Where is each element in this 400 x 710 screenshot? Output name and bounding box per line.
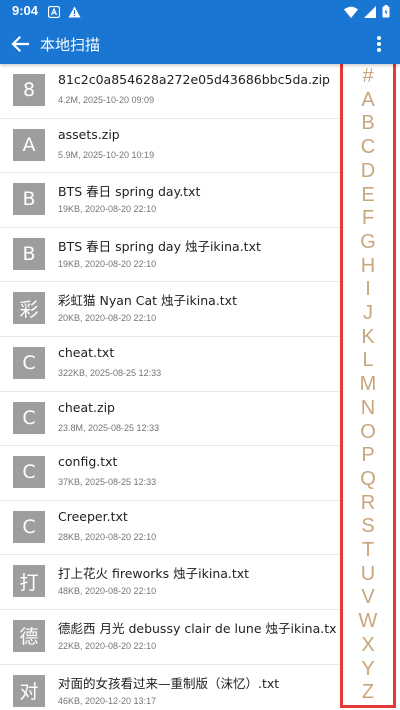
alphabet-index-bar[interactable]: # A B C D E F G H I J K L M N O P Q R S T U V W X Y Z [340, 58, 396, 708]
index-letter[interactable]: # [343, 65, 393, 89]
file-meta: 48KB, 2020-08-20 22:10 [58, 586, 157, 597]
file-name: 彩虹猫 Nyan Cat 烛子ikina.txt [58, 293, 237, 309]
file-meta: 5.9M, 2025-10-20 10:19 [58, 149, 155, 160]
file-name: cheat.txt [58, 344, 115, 360]
file-thumbnail: C [13, 510, 45, 543]
index-letter[interactable]: H [343, 255, 393, 279]
file-name: Creeper.txt [58, 508, 128, 524]
file-meta: 19KB, 2020-08-20 22:10 [58, 204, 157, 215]
more-vert-icon [377, 36, 381, 52]
index-letter[interactable]: W [343, 610, 393, 634]
index-letter[interactable]: Y [343, 658, 393, 682]
file-list-item[interactable]: Ccheat.zip 23.8M, 2025-08-25 12:33 [0, 392, 340, 447]
file-list-item[interactable]: Aassets.zip 5.9M, 2025-10-20 10:19 [0, 119, 340, 174]
battery-icon [382, 3, 390, 22]
index-letter[interactable]: N [343, 397, 393, 421]
signal-icon [364, 3, 376, 22]
index-letter[interactable]: V [343, 586, 393, 610]
a-notification-icon [47, 3, 61, 22]
index-letter[interactable]: M [343, 373, 393, 397]
index-letter[interactable]: F [343, 207, 393, 231]
file-list-item[interactable]: 打打上花火 fireworks 烛子ikina.txt 48KB, 2020-08… [0, 555, 340, 610]
index-letter[interactable]: K [343, 326, 393, 350]
file-meta: 4.2M, 2025-10-20 09:09 [58, 95, 155, 105]
index-letter[interactable]: E [343, 184, 393, 208]
index-letter[interactable]: J [343, 302, 393, 326]
file-list-item[interactable]: C Creeper.txt 28KB, 2020-08-20 22:10 [0, 501, 340, 556]
index-letter[interactable]: I [343, 278, 393, 302]
file-thumbnail: A [13, 128, 45, 161]
file-thumbnail: 对 [13, 674, 45, 707]
file-list-item[interactable]: 德德彪西 月光 debussy clair de lune 烛子ikina.tx… [0, 610, 340, 665]
index-letter[interactable]: R [343, 492, 393, 516]
file-meta: 19KB, 2020-08-20 22:10 [58, 258, 157, 269]
warning-icon [68, 3, 81, 22]
more-options-button[interactable] [366, 30, 392, 58]
file-list-item[interactable]: B BTS 春日 spring day 烛子ikina.txt 19KB, 2020… [0, 228, 340, 283]
index-letter[interactable]: Z [343, 681, 393, 705]
file-thumbnail: B [13, 237, 45, 270]
index-letter[interactable]: C [343, 136, 393, 160]
file-list-item[interactable]: Cconfig.txt 37KB, 2025-08-25 12:33 [0, 446, 340, 501]
page-title: 本地扫描 [40, 36, 101, 54]
file-name: 打上花火 fireworks 烛子ikina.txt [58, 566, 250, 582]
status-bar: 9:04 [0, 0, 400, 24]
index-letter[interactable]: T [343, 539, 393, 563]
file-meta: 20KB, 2020-08-20 22:10 [58, 313, 157, 324]
file-name: 81c2c0a854628a272e05d43686bbc5da.zip [58, 72, 330, 87]
index-letter[interactable]: B [343, 112, 393, 136]
file-list-item[interactable]: 对对面的女孩看过来—重制版（沫忆）.txt 46KB, 2020-12-20 13… [0, 665, 340, 710]
index-letter[interactable]: G [343, 231, 393, 255]
file-meta: 46KB, 2020-12-20 13:17 [58, 695, 157, 706]
index-letter[interactable]: S [343, 515, 393, 539]
file-thumbnail: 德 [13, 619, 45, 652]
index-letter[interactable]: O [343, 421, 393, 445]
file-list-item[interactable]: Ccheat.txt 322KB, 2025-08-25 12:33 [0, 337, 340, 392]
file-thumbnail: B [13, 183, 45, 216]
file-name: assets.zip [58, 126, 120, 142]
index-letter[interactable]: U [343, 563, 393, 587]
file-thumbnail: 打 [13, 565, 45, 598]
file-thumbnail: C [13, 456, 45, 489]
index-letter[interactable]: X [343, 634, 393, 658]
file-name: 德彪西 月光 debussy clair de lune 烛子ikina.txt [58, 620, 336, 636]
file-thumbnail: 8 [13, 74, 45, 106]
status-system-icons [344, 3, 390, 22]
file-name: BTS 春日 spring day.txt [58, 184, 201, 200]
index-letter[interactable]: P [343, 444, 393, 468]
file-meta: 322KB, 2025-08-25 12:33 [58, 367, 162, 378]
file-name: BTS 春日 spring day 烛子ikina.txt [58, 238, 261, 254]
index-letter[interactable]: L [343, 349, 393, 373]
file-list: 8 81c2c0a854628a272e05d43686bbc5da.zip 4.2… [0, 64, 340, 710]
file-name: config.txt [58, 454, 118, 470]
file-list-item[interactable]: 8 81c2c0a854628a272e05d43686bbc5da.zip 4.2… [0, 64, 340, 119]
file-list-item[interactable]: B BTS 春日 spring day.txt 19KB, 2020-08-20 2… [0, 173, 340, 228]
file-list-item[interactable]: 彩彩虹猫 Nyan Cat 烛子ikina.txt 20KB, 2020-08-2… [0, 282, 340, 337]
status-notification-icons [47, 3, 81, 22]
wifi-icon [344, 3, 358, 22]
file-name: 对面的女孩看过来—重制版（沫忆）.txt [58, 675, 280, 691]
back-button[interactable] [6, 30, 34, 58]
file-meta: 28KB, 2020-08-20 22:10 [58, 531, 157, 542]
file-meta: 37KB, 2025-08-25 12:33 [58, 477, 157, 488]
app-bar: 本地扫描 [0, 24, 400, 64]
index-letter[interactable]: Q [343, 468, 393, 492]
status-time: 9:04 [12, 3, 39, 18]
file-thumbnail: C [13, 346, 45, 379]
file-meta: 23.8M, 2025-08-25 12:33 [58, 422, 160, 433]
file-meta: 22KB, 2020-08-20 22:10 [58, 640, 157, 651]
index-letter[interactable]: D [343, 160, 393, 184]
file-name: cheat.zip [58, 399, 115, 415]
file-thumbnail: 彩 [13, 292, 45, 325]
phone-screen: 9:04 本地扫描 8 81c2c0a854628a272e05d43686bb… [0, 0, 400, 710]
index-letter[interactable]: A [343, 89, 393, 113]
arrow-left-icon [11, 35, 29, 53]
file-thumbnail: C [13, 401, 45, 434]
